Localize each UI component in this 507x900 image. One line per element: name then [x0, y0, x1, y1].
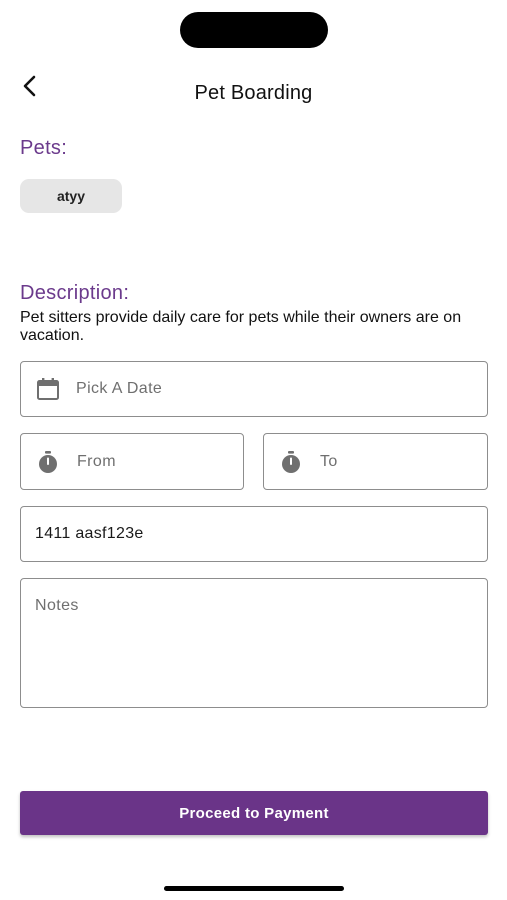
from-time-field[interactable]: From — [20, 433, 244, 490]
to-placeholder: To — [320, 452, 338, 470]
pets-section-label: Pets: — [20, 137, 68, 159]
notes-field[interactable]: Notes — [20, 578, 488, 708]
date-picker-field[interactable]: Pick A Date — [20, 361, 488, 417]
to-time-field[interactable]: To — [263, 433, 488, 490]
timer-icon — [279, 450, 303, 474]
home-indicator — [164, 886, 344, 891]
address-value: 1411 aasf123e — [35, 525, 144, 542]
description-section-label: Description: — [20, 282, 130, 304]
dynamic-island — [180, 12, 328, 48]
pet-chip[interactable]: atyy — [20, 179, 122, 213]
proceed-to-payment-button[interactable]: Proceed to Payment — [20, 791, 488, 835]
notes-placeholder: Notes — [35, 597, 79, 614]
from-placeholder: From — [77, 452, 116, 470]
address-field[interactable]: 1411 aasf123e — [20, 506, 488, 562]
timer-icon — [36, 450, 60, 474]
calendar-icon — [36, 377, 60, 401]
page-title: Pet Boarding — [194, 82, 313, 104]
date-placeholder: Pick A Date — [76, 380, 163, 397]
description-text: Pet sitters provide daily care for pets … — [20, 309, 462, 344]
